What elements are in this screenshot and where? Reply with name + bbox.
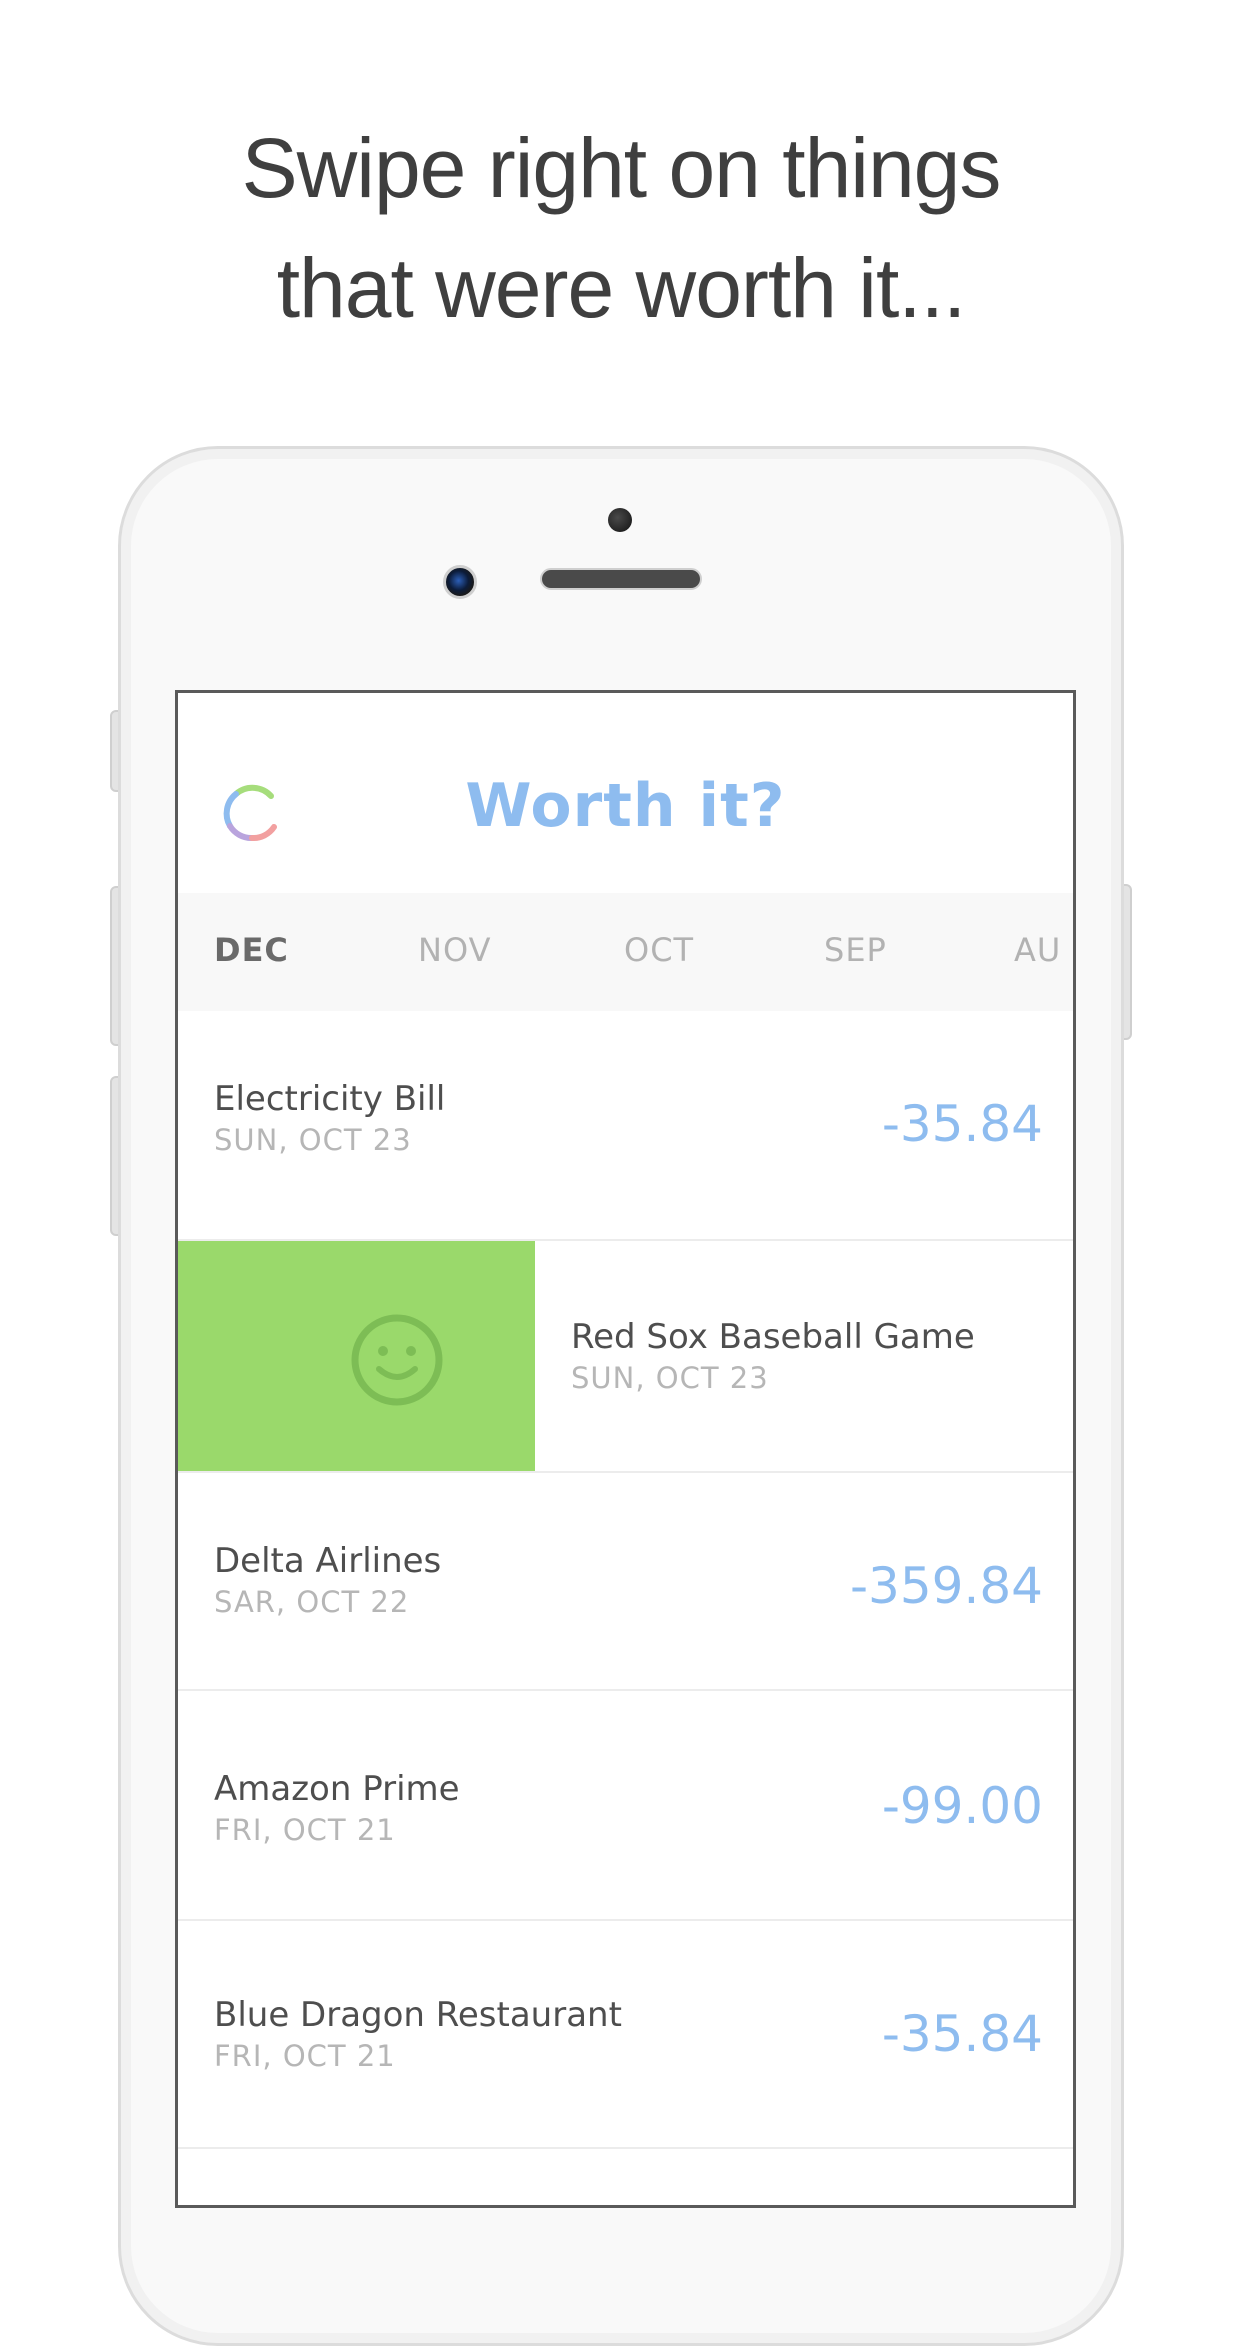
- headline: Swipe right on things that were worth it…: [0, 108, 1242, 348]
- month-tab-dec[interactable]: DEC: [214, 931, 289, 969]
- month-tab-sep[interactable]: SEP: [824, 931, 887, 969]
- app-header: Worth it?: [178, 693, 1073, 893]
- transaction-name: Blue Dragon Restaurant: [214, 1995, 622, 2035]
- worth-it-swipe-action[interactable]: [178, 1241, 535, 1471]
- transaction-row-swiped[interactable]: Red Sox Baseball Game SUN, OCT 23: [178, 1241, 1073, 1473]
- transaction-date: FRI, OCT 21: [214, 2039, 396, 2073]
- app-title: Worth it?: [465, 771, 786, 841]
- month-tab-aug[interactable]: AU: [1014, 931, 1061, 969]
- transaction-amount: -35.84: [881, 1095, 1043, 1153]
- transaction-amount: -359.84: [850, 1557, 1043, 1615]
- transaction-amount: -35.84: [881, 2005, 1043, 2063]
- month-tab-nov[interactable]: NOV: [418, 931, 491, 969]
- transaction-row[interactable]: [178, 2149, 1073, 2205]
- transaction-name: Amazon Prime: [214, 1769, 460, 1809]
- phone-screen: Worth it? DEC NOV OCT SEP AU Electricity…: [175, 690, 1076, 2208]
- transaction-row[interactable]: Amazon Prime FRI, OCT 21 -99.00: [178, 1691, 1073, 1921]
- month-tab-oct[interactable]: OCT: [624, 931, 694, 969]
- month-selector: DEC NOV OCT SEP AU: [178, 893, 1073, 1011]
- headline-line-2: that were worth it...: [276, 241, 967, 335]
- proximity-sensor: [608, 508, 632, 532]
- headline-line-1: Swipe right on things: [241, 121, 1002, 215]
- smiley-face-icon: [351, 1314, 443, 1406]
- transaction-date: SAR, OCT 22: [214, 1585, 410, 1619]
- transaction-amount: -99.00: [881, 1777, 1043, 1835]
- transaction-row[interactable]: Electricity Bill SUN, OCT 23 -35.84: [178, 1011, 1073, 1241]
- front-camera: [443, 565, 477, 599]
- transaction-row[interactable]: Blue Dragon Restaurant FRI, OCT 21 -35.8…: [178, 1921, 1073, 2149]
- transaction-date: FRI, OCT 21: [214, 1813, 396, 1847]
- transaction-row[interactable]: Delta Airlines SAR, OCT 22 -359.84: [178, 1473, 1073, 1691]
- transaction-name: Electricity Bill: [214, 1079, 446, 1119]
- transaction-name: Delta Airlines: [214, 1541, 442, 1581]
- transaction-date: SUN, OCT 23: [214, 1123, 412, 1157]
- transaction-date: SUN, OCT 23: [571, 1361, 769, 1395]
- transaction-name: Red Sox Baseball Game: [571, 1317, 975, 1357]
- earpiece-speaker: [540, 568, 702, 590]
